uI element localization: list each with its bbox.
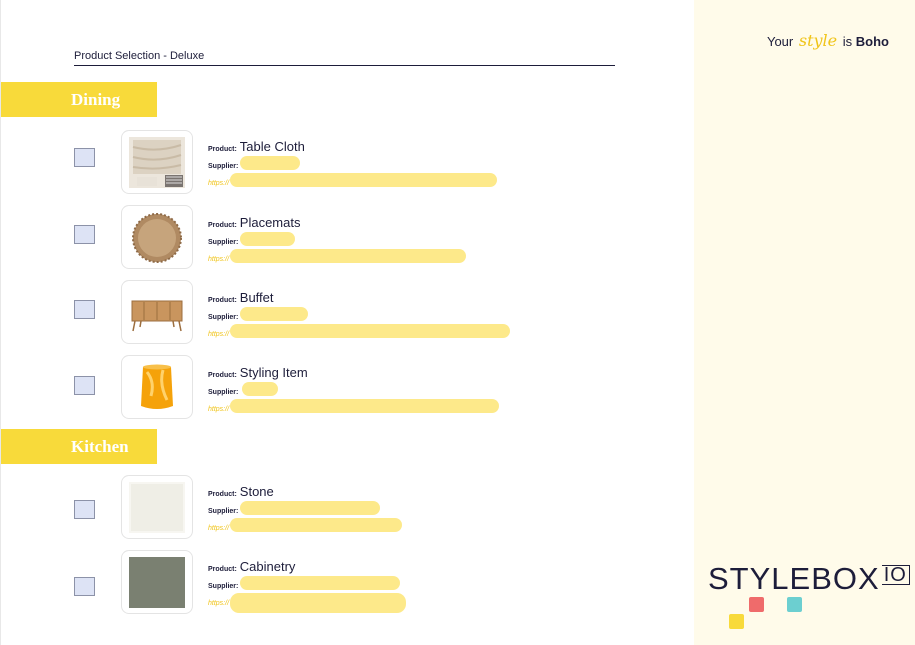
tagline-style-word: style — [798, 31, 838, 50]
table-cloth-image — [129, 137, 185, 188]
url-prefix: https:// — [208, 525, 230, 532]
supplier-label: Supplier: — [208, 239, 239, 246]
select-checkbox[interactable] — [74, 225, 95, 244]
supplier-label: Supplier: — [208, 314, 239, 321]
redacted-supplier — [240, 156, 300, 170]
product-row: Product: Cabinetry Supplier: https:// — [1, 550, 691, 616]
document-title: Product Selection - Deluxe — [74, 50, 615, 66]
supplier-label: Supplier: — [208, 583, 239, 590]
select-checkbox[interactable] — [74, 148, 95, 167]
product-info: Product: Stone Supplier: https:// — [208, 483, 628, 532]
buffet-image — [129, 287, 185, 338]
product-thumbnail-frame — [121, 280, 193, 344]
redacted-supplier — [240, 307, 308, 321]
supplier-label: Supplier: — [208, 508, 239, 515]
product-thumbnail-frame — [121, 130, 193, 194]
logo-text-box: BOX — [811, 561, 880, 596]
redacted-supplier — [240, 501, 380, 515]
product-info: Product: Styling Item Supplier: https:// — [208, 364, 628, 413]
product-info: Product: Cabinetry Supplier: https:// — [208, 558, 628, 616]
cabinetry-swatch-image — [129, 557, 185, 608]
product-thumbnail-frame — [121, 475, 193, 539]
product-name: Cabinetry — [239, 559, 296, 574]
product-info: Product: Table Cloth Supplier: https:// — [208, 138, 628, 187]
redacted-url[interactable] — [230, 518, 402, 532]
product-label: Product: — [208, 146, 237, 153]
product-name: Placemats — [239, 215, 301, 230]
product-thumbnail-frame — [121, 355, 193, 419]
product-row: Product: Placemats Supplier: https:// — [1, 205, 691, 271]
product-name: Table Cloth — [239, 139, 305, 154]
stone-swatch-image — [129, 482, 185, 533]
logo-text-io: IO — [881, 565, 910, 585]
redacted-url[interactable] — [230, 399, 499, 413]
brand-tagline: Your style is Boho — [767, 31, 889, 50]
tagline-style-name: Boho — [855, 34, 889, 49]
product-label: Product: — [208, 566, 237, 573]
logo-yellow-square — [729, 614, 744, 629]
tagline-is: is — [842, 34, 853, 49]
url-prefix: https:// — [208, 600, 230, 607]
select-checkbox[interactable] — [74, 500, 95, 519]
redacted-supplier — [240, 576, 400, 590]
product-info: Product: Buffet Supplier: https:// — [208, 289, 628, 338]
redacted-url[interactable] — [230, 249, 466, 263]
url-prefix: https:// — [208, 406, 230, 413]
tagline-prefix: Your — [766, 34, 794, 49]
supplier-label: Supplier: — [208, 163, 239, 170]
product-thumbnail-frame — [121, 205, 193, 269]
logo-red-square — [749, 597, 764, 612]
section-header-kitchen: Kitchen — [1, 429, 157, 464]
product-info: Product: Placemats Supplier: https:// — [208, 214, 628, 263]
brand-side-panel: Your style is Boho — [694, 0, 915, 645]
url-prefix: https:// — [208, 180, 230, 187]
product-label: Product: — [208, 491, 237, 498]
section-header-dining: Dining — [1, 82, 157, 117]
select-checkbox[interactable] — [74, 300, 95, 319]
product-label: Product: — [208, 297, 237, 304]
url-prefix: https:// — [208, 331, 230, 338]
stylebox-logo: STYLEBOX IO — [708, 561, 910, 597]
product-name: Buffet — [239, 290, 274, 305]
select-checkbox[interactable] — [74, 577, 95, 596]
product-row: Product: Styling Item Supplier: https:// — [1, 355, 691, 421]
product-label: Product: — [208, 222, 237, 229]
redacted-url[interactable] — [230, 593, 406, 613]
product-name: Styling Item — [239, 365, 308, 380]
candle-holder-image — [129, 362, 185, 413]
product-label: Product: — [208, 372, 237, 379]
product-row: Product: Buffet Supplier: https:// — [1, 280, 691, 346]
redacted-supplier — [240, 232, 295, 246]
select-checkbox[interactable] — [74, 376, 95, 395]
supplier-label: Supplier: — [208, 389, 239, 396]
url-prefix: https:// — [208, 256, 230, 263]
product-name: Stone — [239, 484, 274, 499]
logo-text-style: STYLE — [708, 561, 812, 596]
product-row: Product: Table Cloth Supplier: https:// — [1, 130, 691, 196]
redacted-url[interactable] — [230, 173, 497, 187]
document-page: Your style is Boho STYLEBOX IO Product Se… — [0, 0, 915, 645]
placemats-image — [129, 212, 185, 263]
redacted-url[interactable] — [230, 324, 510, 338]
product-row: Product: Stone Supplier: https:// — [1, 475, 691, 541]
redacted-supplier — [242, 382, 278, 396]
product-thumbnail-frame — [121, 550, 193, 614]
logo-teal-square — [787, 597, 802, 612]
